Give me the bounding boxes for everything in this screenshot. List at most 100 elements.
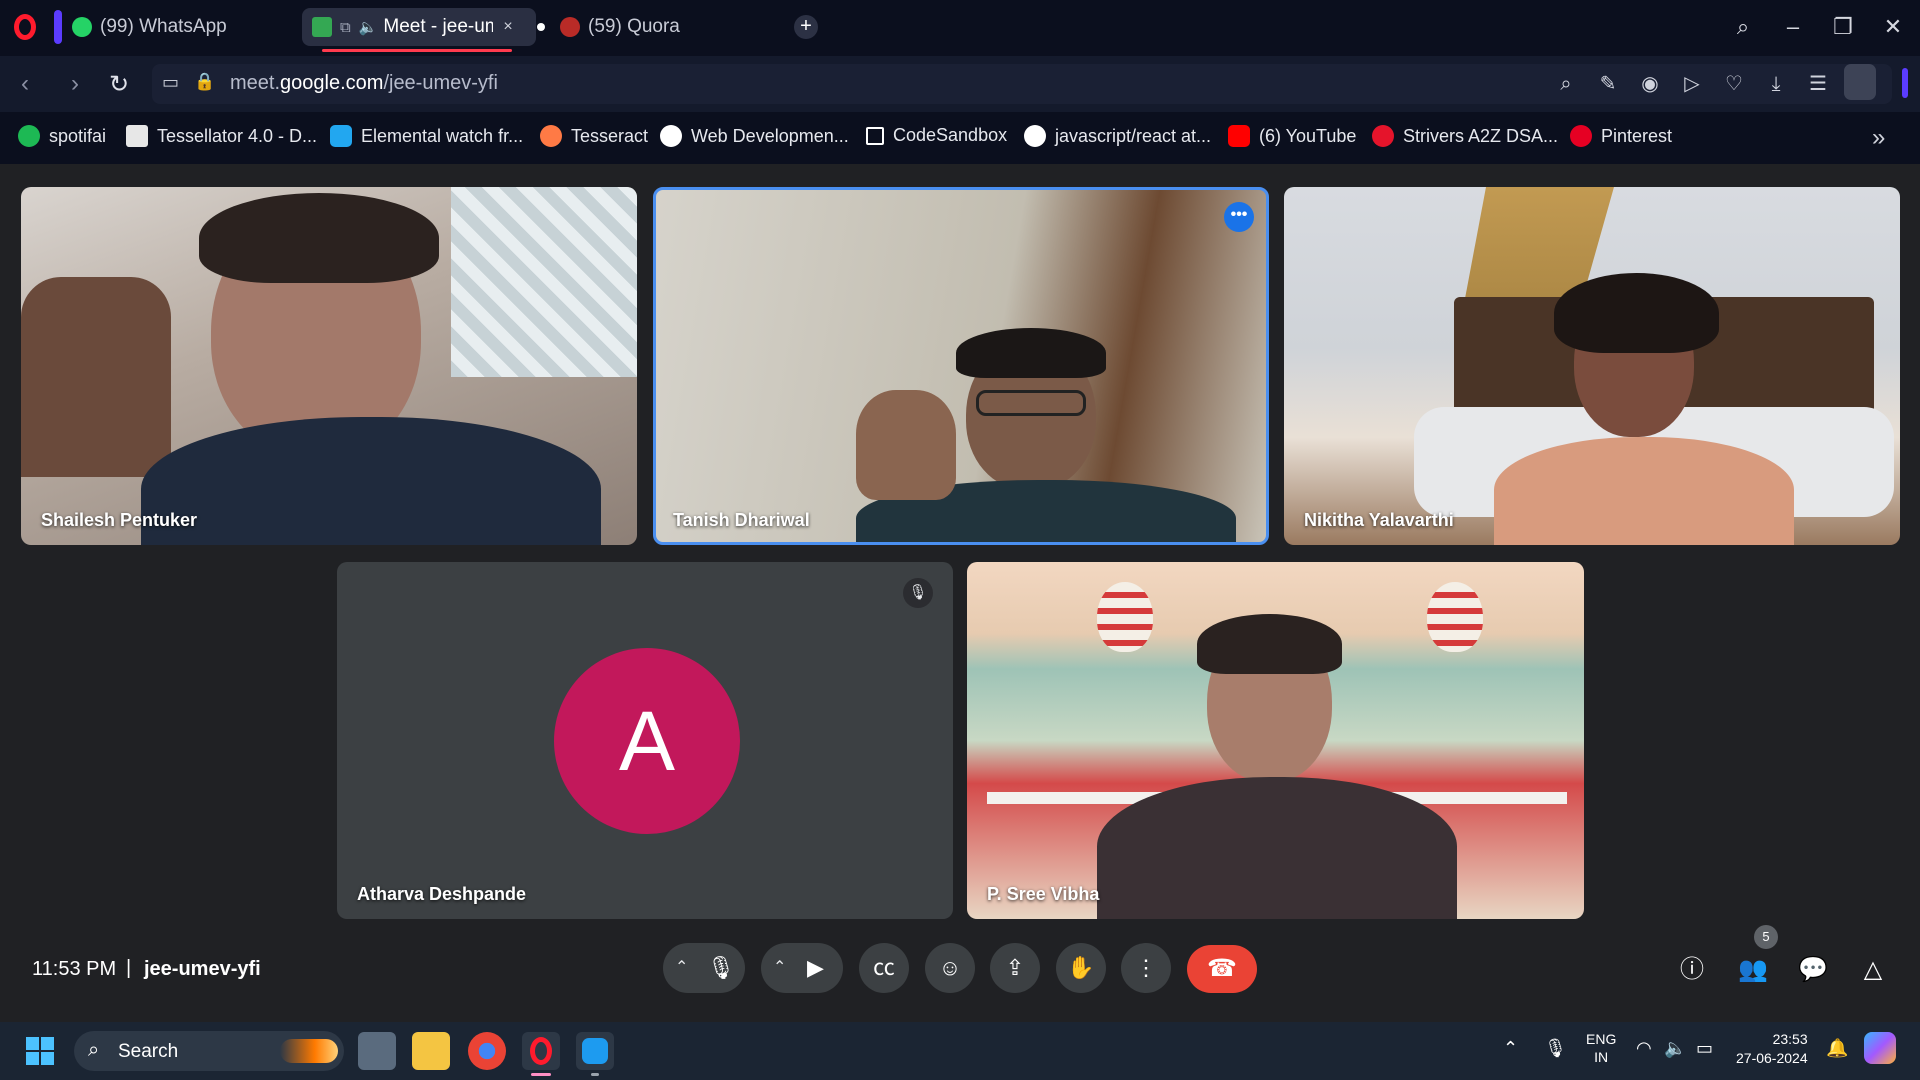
bookmark-tessellator[interactable]: Tessellator 4.0 - D... [126,125,317,147]
back-icon[interactable]: ‹ [10,70,40,98]
forward-icon[interactable]: › [60,70,90,98]
download-icon[interactable]: ⤓ [1762,70,1790,98]
quora-icon [560,17,580,37]
file-explorer-icon[interactable] [412,1032,450,1070]
search-icon: ⌕ [88,1039,100,1061]
participant-name: P. Sree Vibha [987,884,1100,904]
clock[interactable]: 23:53 27-06-2024 [1736,1030,1808,1068]
emoji-reactions-button[interactable]: ☺ [925,943,975,993]
video-camera-icon[interactable]: ▶ [807,943,824,993]
activities-button[interactable]: △ [1857,954,1889,986]
unread-dot-icon [537,23,545,31]
profile-icon[interactable] [1844,64,1876,100]
new-tab-button[interactable]: + [794,15,818,39]
send-icon[interactable]: ▷ [1678,70,1706,98]
pendant-lamp-icon [1427,582,1483,652]
language-indicator[interactable]: ENG IN [1586,1030,1616,1066]
participant-count-badge: 5 [1754,925,1778,949]
tab-quora[interactable]: (59) Quora [550,8,760,46]
participant-video-body [1097,777,1457,919]
bookmark-elemental[interactable]: Elemental watch fr... [330,125,523,147]
opera-logo-icon[interactable] [14,14,36,40]
bookmark-web-development[interactable]: Web Developmen... [660,125,849,147]
skype-taskbar-item[interactable] [576,1032,614,1070]
copilot-icon[interactable] [1864,1032,1896,1064]
phone-hangup-icon: ☎ [1207,955,1237,982]
participant-tile-active-speaker[interactable]: ••• Tanish Dhariwal [653,187,1269,545]
close-tab-icon[interactable]: × [503,18,512,36]
lock-icon[interactable]: 🔒 [194,72,215,92]
tab-meet[interactable]: ⧉ 🔈 Meet - jee-um × [302,8,536,46]
search-tabs-icon[interactable]: ⌕ [1728,12,1758,42]
close-window-icon[interactable]: ✕ [1878,12,1908,42]
pendant-lamp-icon [1097,582,1153,652]
snapshot-icon[interactable]: ◉ [1636,70,1664,98]
calculator-icon[interactable] [358,1032,396,1070]
browser-tab-bar: (99) WhatsApp ⧉ 🔈 Meet - jee-um × (59) Q… [0,0,1920,56]
wifi-icon[interactable]: ◠ [1636,1038,1652,1059]
reload-icon[interactable]: ↻ [104,70,134,99]
chat-icon: 💬 [1798,956,1828,983]
background-curtain [451,187,637,377]
show-hidden-icons-icon[interactable]: ⌃ [1503,1038,1518,1059]
heart-icon[interactable]: ♡ [1720,70,1748,98]
taskbar-search[interactable]: ⌕ Search [74,1031,344,1071]
chrome-icon[interactable] [468,1032,506,1070]
present-screen-button[interactable]: ⇪ [990,943,1040,993]
spotify-icon [18,125,40,147]
mic-off-icon: 🎙 [903,578,933,608]
app-indicator [591,1073,599,1076]
captions-button[interactable]: ㏄ [859,943,909,993]
chevron-up-icon[interactable]: ⌃ [675,943,688,993]
bookmark-youtube[interactable]: (6) YouTube [1228,125,1356,147]
sidebar-accent [54,10,62,44]
minimize-icon[interactable]: – [1778,12,1808,42]
speaker-icon[interactable]: 🔈 [359,18,378,36]
windows-start-icon[interactable] [26,1037,54,1065]
find-icon[interactable]: ⌕ [1552,70,1580,98]
picture-in-picture-icon[interactable]: ⧉ [340,19,351,36]
camera-permission-icon[interactable]: ▭ [162,72,179,93]
share-icon[interactable]: ✎ [1594,70,1622,98]
more-options-button[interactable]: ••• [1224,202,1254,232]
avatar: A [554,648,740,834]
meeting-details-button[interactable]: ⓘ [1676,954,1708,986]
youtube-icon [1228,125,1250,147]
raise-hand-button[interactable]: ✋ [1056,943,1106,993]
github-icon [1024,125,1046,147]
notifications-icon[interactable]: 🔔 [1826,1038,1848,1059]
microphone-icon[interactable]: 🎙 [1544,1038,1567,1059]
participant-tile[interactable]: P. Sree Vibha [967,562,1584,919]
participant-tile-camera-off[interactable]: A 🎙 Atharva Deshpande [337,562,953,919]
bookmark-strivers[interactable]: Strivers A2Z DSA... [1372,125,1558,147]
tab-label: Meet - jee-um [383,16,494,37]
bookmark-spotifai[interactable]: spotifai [18,125,106,147]
more-bookmarks-icon[interactable]: » [1872,124,1885,152]
leave-call-button[interactable]: ☎ [1187,945,1257,993]
bookmark-pinterest[interactable]: Pinterest [1570,125,1672,147]
opera-taskbar-item[interactable] [522,1032,560,1070]
participant-video-hand [856,390,956,500]
chat-button[interactable]: 💬 [1797,954,1829,986]
whatsapp-icon [72,17,92,37]
tab-label: (59) Quora [588,16,680,37]
bookmark-codesandbox[interactable]: CodeSandbox [866,125,1007,146]
web-dev-icon [660,125,682,147]
volume-icon[interactable]: 🔈 [1664,1038,1686,1059]
chevron-up-icon[interactable]: ⌃ [773,943,786,993]
restore-icon[interactable]: ❐ [1828,12,1858,42]
bookmark-javascript-react[interactable]: javascript/react at... [1024,125,1211,147]
more-options-button[interactable]: ⋮ [1121,943,1171,993]
people-button[interactable]: 👥 [1737,954,1769,986]
url-text[interactable]: meet.google.com/jee-umev-yfi [230,72,498,95]
participant-tile[interactable]: Nikitha Yalavarthi [1284,187,1900,545]
info-icon: ⓘ [1680,956,1704,983]
skype-icon [582,1038,608,1064]
tab-whatsapp[interactable]: (99) WhatsApp [62,8,290,46]
easy-setup-icon[interactable]: ☰ [1804,70,1832,98]
microphone-icon[interactable]: 🎙 [707,943,735,993]
google-meet-icon [312,17,332,37]
bookmark-tesseract[interactable]: Tesseract [540,125,648,147]
battery-icon[interactable]: ▭ [1696,1038,1713,1059]
participant-tile[interactable]: Shailesh Pentuker [21,187,637,545]
